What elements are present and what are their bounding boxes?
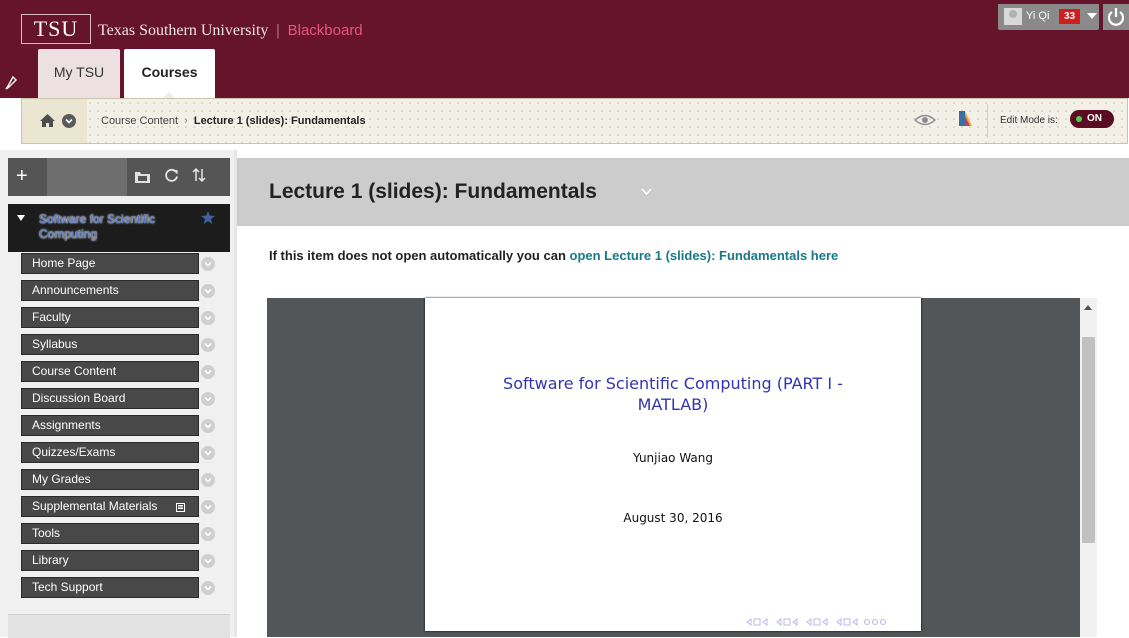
sidebar-item-course-content[interactable]: Course Content bbox=[21, 361, 199, 382]
chevron-down-icon[interactable] bbox=[201, 311, 215, 325]
pin-icon[interactable] bbox=[5, 76, 17, 90]
toolbar-divider bbox=[987, 104, 988, 138]
chevron-down-icon[interactable] bbox=[201, 419, 215, 433]
platform-name: Blackboard bbox=[287, 22, 363, 39]
chevron-down-icon[interactable] bbox=[201, 554, 215, 568]
page-title: Lecture 1 (slides): Fundamentals bbox=[269, 180, 597, 203]
student-preview-icon[interactable] bbox=[914, 112, 936, 128]
theme-palette-icon[interactable] bbox=[958, 110, 973, 127]
sidebar-item-library[interactable]: Library bbox=[21, 550, 199, 571]
power-icon bbox=[1107, 8, 1125, 26]
chevron-down-icon[interactable] bbox=[201, 581, 215, 595]
edit-mode-indicator bbox=[1076, 116, 1082, 122]
sidebar-item-my-grades[interactable]: My Grades bbox=[21, 469, 199, 490]
slide-date: August 30, 2016 bbox=[623, 511, 723, 525]
open-item-message: If this item does not open automatically… bbox=[269, 248, 838, 264]
university-name-text: Texas Southern University bbox=[98, 22, 269, 39]
beamer-navigation-icons[interactable] bbox=[745, 617, 895, 627]
chevron-down-icon[interactable] bbox=[1087, 13, 1097, 19]
chevron-down-icon[interactable] bbox=[201, 500, 215, 514]
notification-badge[interactable]: 33 bbox=[1059, 9, 1080, 24]
sidebar-item-discussion-board[interactable]: Discussion Board bbox=[21, 388, 199, 409]
new-window-icon bbox=[176, 503, 185, 512]
chevron-down-icon[interactable] bbox=[201, 392, 215, 406]
chevron-down-icon[interactable] bbox=[201, 446, 215, 460]
chevron-down-icon[interactable] bbox=[641, 188, 652, 195]
tab-my-tsu[interactable]: My TSU bbox=[38, 49, 120, 98]
open-item-prefix: If this item does not open automatically… bbox=[269, 248, 566, 263]
chevron-down-icon[interactable] bbox=[201, 284, 215, 298]
sidebar-item-home-page[interactable]: Home Page bbox=[21, 253, 199, 274]
sidebar-item-tech-support[interactable]: Tech Support bbox=[21, 577, 199, 598]
logout-button[interactable] bbox=[1103, 4, 1129, 30]
avatar-head bbox=[1009, 10, 1017, 18]
tab-courses[interactable]: Courses bbox=[124, 49, 215, 99]
sidebar-item-faculty[interactable]: Faculty bbox=[21, 307, 199, 328]
university-name: Texas Southern University | Blackboard bbox=[98, 21, 363, 41]
course-title[interactable]: Software for Scientific Computing bbox=[39, 212, 199, 242]
scroll-up-arrow-icon[interactable] bbox=[1084, 305, 1092, 310]
chevron-down-icon[interactable] bbox=[201, 527, 215, 541]
sort-icon[interactable] bbox=[192, 167, 206, 183]
chevron-down-icon[interactable] bbox=[201, 338, 215, 352]
edit-mode-label: Edit Mode is: bbox=[1000, 115, 1058, 126]
folder-view-icon[interactable] bbox=[135, 171, 150, 183]
collapse-caret-icon[interactable] bbox=[17, 215, 25, 221]
chevron-down-icon[interactable] bbox=[201, 365, 215, 379]
scrollbar-thumb[interactable] bbox=[1082, 337, 1095, 543]
open-item-link[interactable]: open Lecture 1 (slides): Fundamentals he… bbox=[570, 248, 839, 263]
slide-author: Yunjiao Wang bbox=[632, 451, 713, 465]
tsu-logo[interactable]: TSU bbox=[21, 14, 91, 44]
chevron-down-icon[interactable] bbox=[62, 114, 76, 128]
star-icon[interactable] bbox=[201, 211, 215, 224]
home-icon[interactable] bbox=[40, 114, 55, 127]
slide-title-line-1: Software for Scientific Computing (PART … bbox=[503, 374, 843, 393]
sidebar-item-quizzes-exams[interactable]: Quizzes/Exams bbox=[21, 442, 199, 463]
chevron-down-icon[interactable] bbox=[201, 257, 215, 271]
course-menu-spacer bbox=[47, 158, 127, 196]
sidebar-item-tools[interactable]: Tools bbox=[21, 523, 199, 544]
sidebar-item-syllabus[interactable]: Syllabus bbox=[21, 334, 199, 355]
slide-title-line-2: MATLAB) bbox=[637, 395, 709, 414]
breadcrumb-separator: › bbox=[184, 115, 188, 127]
chevron-down-icon[interactable] bbox=[201, 473, 215, 487]
refresh-icon[interactable] bbox=[164, 167, 179, 183]
user-name[interactable]: Yi Qi bbox=[1026, 9, 1049, 23]
breadcrumb-parent[interactable]: Course Content bbox=[101, 115, 178, 127]
header-separator: | bbox=[276, 22, 280, 39]
sidebar-footer bbox=[8, 614, 230, 638]
breadcrumb: Course Content › Lecture 1 (slides): Fun… bbox=[101, 114, 366, 128]
slide-title: Software for Scientific Computing (PART … bbox=[455, 373, 891, 415]
sidebar-item-supplemental-materials[interactable]: Supplemental Materials bbox=[21, 496, 199, 517]
breadcrumb-current: Lecture 1 (slides): Fundamentals bbox=[193, 115, 366, 127]
add-menu-item-button[interactable]: + bbox=[16, 166, 28, 186]
sidebar-item-assignments[interactable]: Assignments bbox=[21, 415, 199, 436]
sidebar-item-announcements[interactable]: Announcements bbox=[21, 280, 199, 301]
